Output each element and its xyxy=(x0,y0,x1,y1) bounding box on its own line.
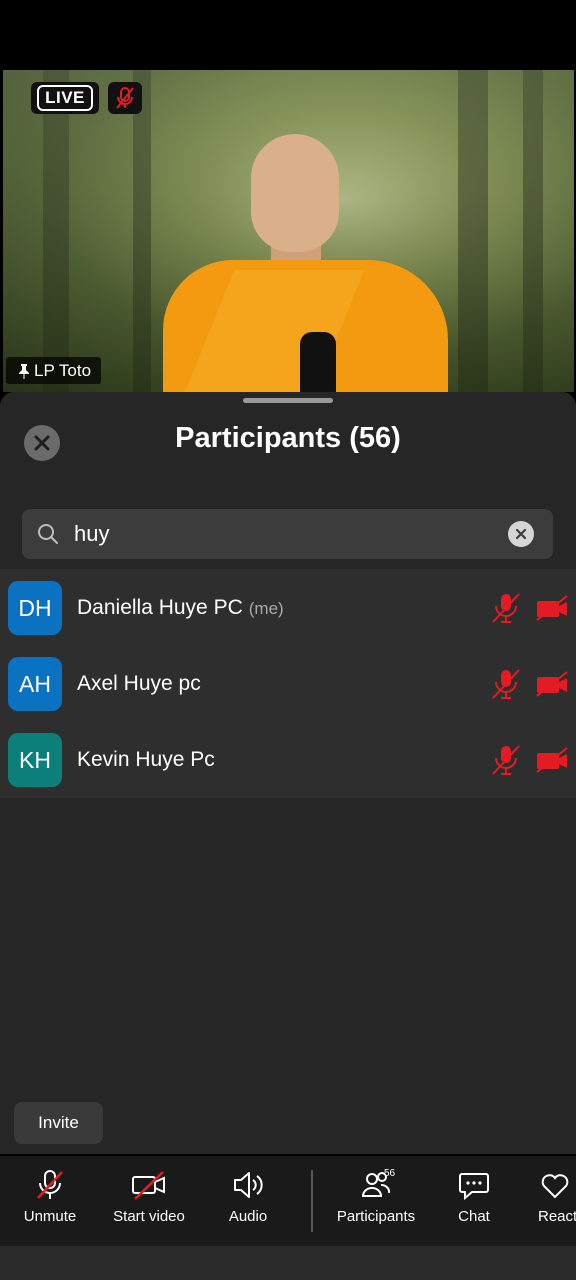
participants-button[interactable]: 56 Participants xyxy=(332,1168,420,1238)
chat-label: Chat xyxy=(458,1208,490,1225)
pin-icon xyxy=(19,363,29,379)
clear-icon xyxy=(515,528,527,540)
speaker-name-tag: LP Toto xyxy=(6,357,102,384)
mic-off-icon[interactable] xyxy=(490,591,522,625)
heart-icon xyxy=(541,1174,569,1199)
search-icon xyxy=(38,524,58,544)
participant-name: Daniella Huye PC xyxy=(77,596,243,619)
speaker-muted-badge xyxy=(108,82,142,114)
invite-button[interactable]: Invite xyxy=(14,1102,103,1144)
mic-off-icon xyxy=(37,1170,63,1199)
search-bar xyxy=(22,509,553,559)
avatar: KH xyxy=(8,733,62,787)
close-icon xyxy=(34,435,50,451)
audio-button[interactable]: Audio xyxy=(222,1168,274,1238)
search-input[interactable] xyxy=(74,509,494,559)
desk-microphone xyxy=(300,332,336,392)
participants-panel: Participants (56) DH Daniella Huye PC (me… xyxy=(0,392,576,1154)
start-video-button[interactable]: Start video xyxy=(108,1168,190,1238)
audio-label: Audio xyxy=(228,1208,268,1225)
speaker-icon xyxy=(234,1172,263,1198)
chat-icon xyxy=(459,1173,489,1201)
participant-name: Axel Huye pc xyxy=(77,672,201,695)
avatar: AH xyxy=(8,657,62,711)
video-off-icon[interactable] xyxy=(535,747,569,773)
chat-button[interactable]: Chat xyxy=(452,1168,496,1238)
me-tag: (me) xyxy=(248,599,284,618)
participant-row[interactable]: KH Kevin Huye Pc xyxy=(0,721,576,797)
participants-label: Participants xyxy=(336,1208,416,1225)
participant-name: Kevin Huye Pc xyxy=(77,748,215,771)
unmute-button[interactable]: Unmute xyxy=(20,1168,80,1238)
panel-title: Participants (56) xyxy=(175,422,401,454)
participant-row[interactable]: AH Axel Huye pc xyxy=(0,645,576,721)
mic-off-icon[interactable] xyxy=(490,667,522,701)
start-video-label: Start video xyxy=(113,1208,185,1225)
live-badge: LIVE xyxy=(31,82,99,114)
close-button[interactable] xyxy=(24,425,60,461)
participant-row[interactable]: DH Daniella Huye PC (me) xyxy=(0,569,576,645)
mic-off-icon xyxy=(116,87,134,109)
clear-search-button[interactable] xyxy=(508,521,534,547)
participant-name-wrap: Axel Huye pc xyxy=(77,672,201,696)
participants-icon-wrap: 56 xyxy=(354,1168,398,1202)
speaker-name: LP Toto xyxy=(34,360,92,380)
participant-name-wrap: Kevin Huye Pc xyxy=(77,748,215,772)
avatar: DH xyxy=(8,581,62,635)
drag-handle[interactable] xyxy=(243,398,333,403)
participant-list: DH Daniella Huye PC (me) AH Axel Huye pc xyxy=(0,569,576,798)
unmute-label: Unmute xyxy=(23,1208,77,1225)
react-label: React xyxy=(538,1208,576,1225)
participant-name-wrap: Daniella Huye PC (me) xyxy=(77,596,284,620)
live-label: LIVE xyxy=(37,85,93,111)
participants-count: 56 xyxy=(384,1168,396,1179)
speaker-head xyxy=(251,134,339,252)
video-feed[interactable] xyxy=(3,70,574,392)
video-off-icon[interactable] xyxy=(535,671,569,697)
meeting-toolbar: Unmute Start video Audio 56 Participants… xyxy=(0,1156,576,1246)
system-nav-bar xyxy=(0,1246,576,1280)
toolbar-divider xyxy=(311,1170,313,1232)
mic-off-icon[interactable] xyxy=(490,743,522,777)
react-button[interactable]: React xyxy=(538,1168,576,1238)
video-off-icon xyxy=(132,1171,165,1200)
video-off-icon[interactable] xyxy=(535,595,569,621)
